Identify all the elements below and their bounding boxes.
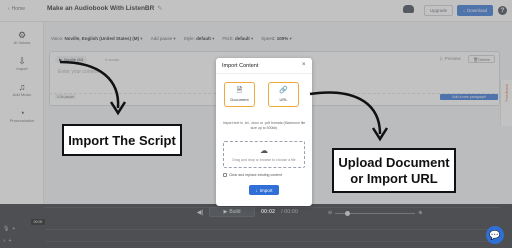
file-dropzone[interactable]: ☁ Drag and drop or browse to choose a fi… [223,141,305,168]
import-button[interactable]: ↓ Import [249,185,279,195]
document-icon: 🗎 [236,87,243,94]
modal-divider [216,73,312,74]
callout-upload-line2: or Import URL [350,170,438,186]
drop-text: Drag and drop or browse to choose a file [232,158,296,162]
cloud-upload-icon: ☁ [260,146,268,155]
replace-content-option[interactable]: Clear and replace existing content [223,173,282,177]
close-icon[interactable]: × [302,62,306,68]
download-icon: ↓ [255,187,258,193]
import-content-modal: Import Content × 🗎 Document 🔗 URL Import… [216,58,312,206]
chat-icon[interactable]: 💬 [486,226,504,244]
import-hint: Import text in .txt, .docx or .pdf forma… [222,121,306,130]
callout-import-script: Import The Script [62,124,182,156]
replace-checkbox[interactable] [223,173,227,177]
import-label: Import [259,187,273,193]
callout-upload-document: Upload Document or Import URL [332,148,456,193]
callout-upload-line1: Upload Document [338,154,450,170]
document-option-label: Document [230,97,249,102]
document-option[interactable]: 🗎 Document [224,82,255,107]
link-icon: 🔗 [279,87,288,94]
modal-title: Import Content [222,63,259,69]
url-option-label: URL [279,97,288,102]
url-option[interactable]: 🔗 URL [268,82,299,107]
replace-label: Clear and replace existing content [229,173,282,177]
